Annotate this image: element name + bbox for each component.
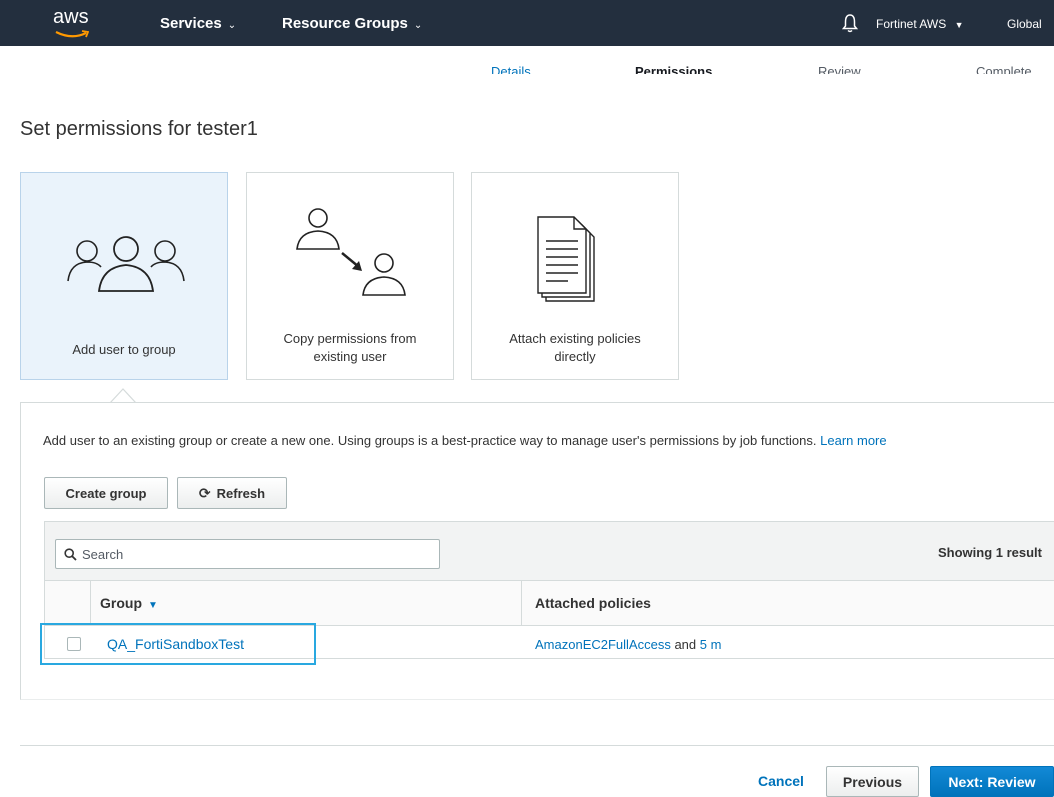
resource-groups-menu[interactable]: Resource Groups ⌄ bbox=[282, 15, 422, 32]
panel-description-text: Add user to an existing group or create … bbox=[43, 433, 817, 448]
aws-logo-text: aws bbox=[53, 6, 89, 28]
table-toolbar: Search Showing 1 result bbox=[45, 522, 1054, 581]
resource-groups-label: Resource Groups bbox=[282, 15, 408, 32]
group-name-link[interactable]: QA_FortiSandboxTest bbox=[107, 636, 244, 652]
aws-logo[interactable]: aws bbox=[53, 6, 93, 40]
row-checkbox[interactable] bbox=[67, 637, 81, 651]
bell-icon[interactable] bbox=[842, 13, 858, 33]
copy-user-icon bbox=[296, 208, 406, 296]
aws-smile-icon bbox=[55, 30, 89, 38]
refresh-icon: ⟳ bbox=[198, 484, 211, 501]
wizard-steps: Details Permissions Review Complete bbox=[0, 46, 1054, 74]
sort-descending-icon: ▼ bbox=[148, 600, 158, 611]
chevron-down-icon: ⌄ bbox=[227, 20, 237, 31]
caret-down-icon: ▼ bbox=[954, 20, 964, 30]
attached-policies-cell: AmazonEC2FullAccess and 5 m bbox=[535, 637, 721, 652]
column-header-group-label: Group bbox=[100, 595, 142, 611]
column-divider bbox=[521, 581, 522, 626]
add-user-to-group-label: Add user to group bbox=[72, 342, 176, 357]
policy-and-text: and bbox=[674, 637, 697, 652]
copy-permissions-label-line2: existing user bbox=[313, 349, 387, 364]
learn-more-link[interactable]: Learn more bbox=[820, 433, 886, 448]
services-label: Services bbox=[160, 15, 222, 32]
region-label: Global bbox=[1007, 17, 1042, 31]
search-placeholder: Search bbox=[82, 546, 124, 562]
refresh-label: Refresh bbox=[216, 485, 266, 501]
attach-policies-label: Attach existing policies directly bbox=[472, 330, 678, 366]
account-menu[interactable]: Fortinet AWS ▼ bbox=[876, 17, 964, 31]
table-header: Group ▼ Attached policies bbox=[45, 581, 1054, 626]
policy-link[interactable]: AmazonEC2FullAccess bbox=[535, 637, 671, 652]
results-count: Showing 1 result bbox=[937, 545, 1042, 560]
chevron-down-icon: ⌄ bbox=[413, 20, 423, 31]
copy-permissions-label: Copy permissions from existing user bbox=[247, 330, 453, 366]
panel-description: Add user to an existing group or create … bbox=[43, 433, 887, 448]
next-review-button[interactable]: Next: Review bbox=[930, 766, 1054, 797]
page-title: Set permissions for tester1 bbox=[20, 118, 258, 140]
group-panel: Add user to an existing group or create … bbox=[20, 402, 1054, 700]
document-stack-icon bbox=[537, 216, 595, 302]
previous-button[interactable]: Previous bbox=[826, 766, 919, 797]
step-permissions: Permissions bbox=[635, 64, 713, 74]
search-input[interactable]: Search bbox=[55, 539, 440, 569]
refresh-button[interactable]: ⟳ Refresh bbox=[177, 477, 287, 509]
create-group-button[interactable]: Create group bbox=[44, 477, 168, 509]
account-label: Fortinet AWS bbox=[876, 17, 947, 31]
column-header-policies: Attached policies bbox=[535, 595, 651, 611]
search-icon bbox=[64, 547, 77, 561]
attach-policies-label-line1: Attach existing policies bbox=[509, 331, 641, 346]
users-group-icon bbox=[67, 236, 185, 292]
step-review: Review bbox=[818, 64, 861, 74]
more-policies-link[interactable]: 5 m bbox=[700, 637, 722, 652]
attach-policies-option[interactable]: Attach existing policies directly bbox=[471, 172, 679, 380]
step-details[interactable]: Details bbox=[491, 64, 531, 74]
top-navigation-bar: aws Services ⌄ Resource Groups ⌄ Fortinet … bbox=[0, 0, 1054, 46]
attach-policies-label-line2: directly bbox=[554, 349, 596, 364]
groups-table: Search Showing 1 result Group ▼ Attached … bbox=[44, 521, 1054, 659]
region-menu[interactable]: Global bbox=[1007, 17, 1042, 31]
footer-divider bbox=[20, 745, 1054, 746]
add-user-to-group-option[interactable]: Add user to group bbox=[20, 172, 228, 380]
column-header-group[interactable]: Group ▼ bbox=[100, 595, 158, 611]
column-divider bbox=[90, 581, 91, 626]
table-row: QA_FortiSandboxTest AmazonEC2FullAccess … bbox=[45, 626, 1054, 660]
copy-permissions-label-line1: Copy permissions from bbox=[283, 331, 417, 346]
copy-permissions-option[interactable]: Copy permissions from existing user bbox=[246, 172, 454, 380]
step-complete: Complete bbox=[976, 64, 1032, 74]
cancel-button[interactable]: Cancel bbox=[758, 773, 804, 789]
services-menu[interactable]: Services ⌄ bbox=[160, 15, 236, 32]
